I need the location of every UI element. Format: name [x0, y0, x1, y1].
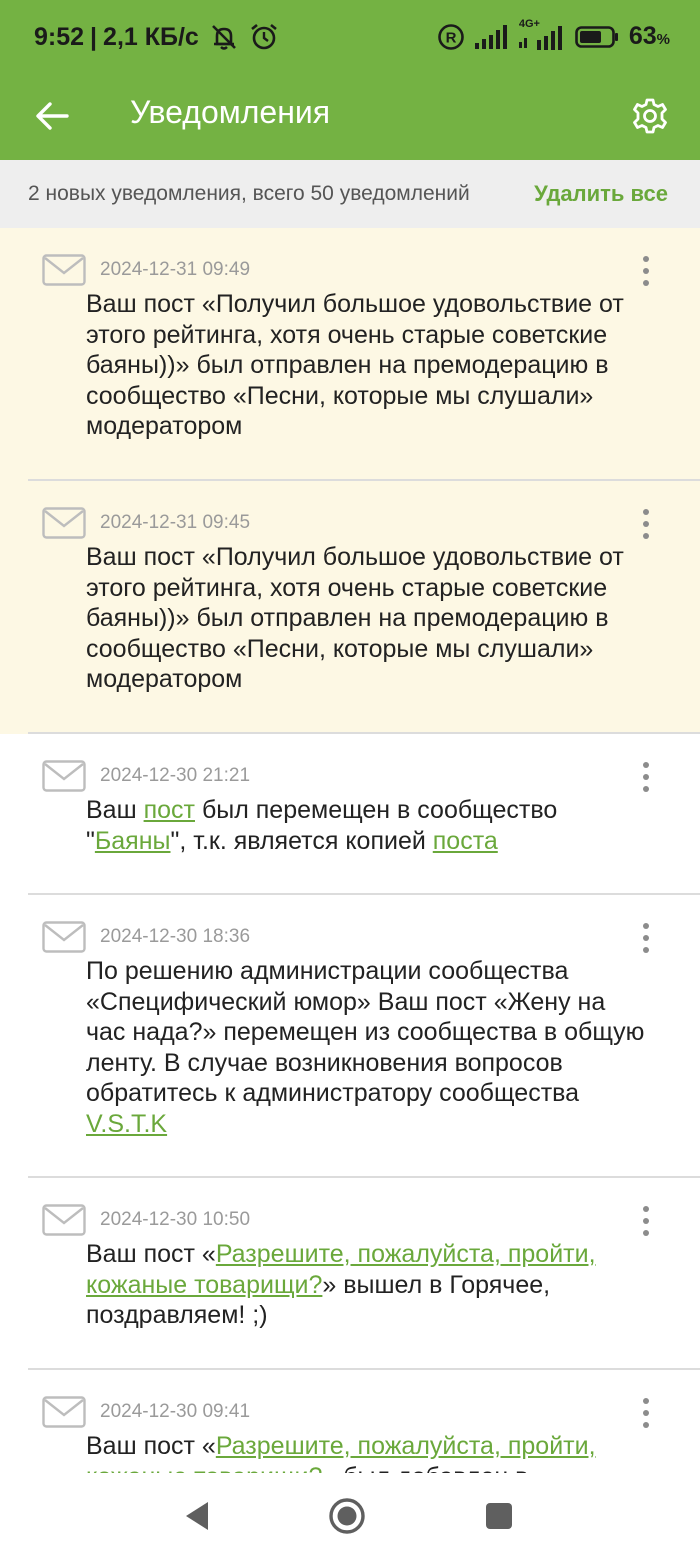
- notification-text: Ваш пост «Получил большое удовольствие о…: [86, 542, 648, 695]
- app-bar: Уведомления: [0, 76, 700, 160]
- nav-home-icon: [329, 1498, 365, 1534]
- page-title: Уведомления: [130, 94, 331, 130]
- notification-item[interactable]: 2024-12-31 09:45 Ваш пост «Получил больш…: [0, 481, 700, 734]
- notification-link[interactable]: Баяны: [95, 827, 171, 855]
- notification-text-part: Ваш пост «: [86, 1240, 216, 1268]
- notification-item[interactable]: 2024-12-30 18:36 По решению администраци…: [0, 895, 700, 1178]
- notification-text: Ваш пост «Разрешите, пожалуйста, пройти,…: [86, 1239, 648, 1331]
- notification-text-part: ", т.к. является копией: [170, 826, 433, 855]
- more-options-icon[interactable]: [636, 1206, 656, 1236]
- back-button[interactable]: [24, 88, 80, 144]
- more-options-icon[interactable]: [636, 509, 656, 539]
- svg-text:R: R: [445, 29, 456, 46]
- status-bar: 9:52 | 2,1 КБ/с R 4G+ 63%: [0, 0, 700, 76]
- more-options-icon[interactable]: [636, 923, 656, 953]
- notification-text: Ваш пост «Получил большое удовольствие о…: [86, 289, 648, 442]
- notification-date: 2024-12-30 18:36: [100, 926, 251, 947]
- mute-bell-icon: [211, 25, 236, 50]
- notification-link[interactable]: V.S.T.K: [86, 1110, 167, 1138]
- gear-icon: [633, 98, 667, 134]
- envelope-icon: [42, 254, 86, 286]
- registered-icon: R: [438, 23, 464, 50]
- notification-text-part: Ваш пост «Получил большое удовольствие о…: [86, 290, 624, 440]
- notification-text-part: По решению администрации сообщества «Спе…: [86, 957, 645, 1107]
- notification-link[interactable]: поста: [433, 827, 498, 855]
- notification-text: Ваш пост «Разрешите, пожалуйста, пройти,…: [86, 1431, 648, 1473]
- notification-date: 2024-12-30 21:21: [100, 765, 251, 786]
- settings-button[interactable]: [622, 88, 678, 144]
- notification-date: 2024-12-31 09:49: [100, 259, 251, 280]
- status-speed: 2,1 КБ/с: [103, 22, 199, 51]
- envelope-icon: [42, 1396, 86, 1428]
- more-options-icon[interactable]: [636, 762, 656, 792]
- status-separator: |: [90, 22, 98, 51]
- notification-item[interactable]: 2024-12-31 09:49 Ваш пост «Получил больш…: [0, 228, 700, 481]
- nav-back-button[interactable]: [172, 1491, 222, 1541]
- envelope-icon: [42, 760, 86, 792]
- envelope-icon: [42, 921, 86, 953]
- back-arrow-icon: [36, 102, 69, 130]
- summary-text: 2 новых уведомления, всего 50 уведомлени…: [28, 182, 470, 205]
- notification-text-part: Ваш пост «Получил большое удовольствие о…: [86, 543, 624, 693]
- notification-link[interactable]: пост: [144, 796, 195, 824]
- more-options-icon[interactable]: [636, 256, 656, 286]
- delete-all-button[interactable]: Удалить все: [534, 181, 668, 207]
- battery-icon: [575, 25, 618, 48]
- nav-recents-button[interactable]: [474, 1491, 524, 1541]
- signal-icon: [474, 24, 507, 49]
- notification-text: Ваш пост был перемещен в сообщество "Бая…: [86, 795, 648, 856]
- notification-summary: 2 новых уведомления, всего 50 уведомлени…: [0, 160, 700, 228]
- system-nav-bar: [0, 1473, 700, 1556]
- envelope-icon: [42, 1204, 86, 1236]
- nav-home-button[interactable]: [322, 1491, 372, 1541]
- notification-date: 2024-12-31 09:45: [100, 512, 251, 533]
- notification-item[interactable]: 2024-12-30 09:41 Ваш пост «Разрешите, по…: [0, 1370, 700, 1473]
- status-time: 9:52: [34, 22, 85, 51]
- notification-item[interactable]: 2024-12-30 10:50 Ваш пост «Разрешите, по…: [0, 1178, 700, 1370]
- notification-item[interactable]: 2024-12-30 21:21 Ваш пост был перемещен …: [0, 734, 700, 895]
- battery-percent: 63%: [628, 22, 670, 50]
- envelope-icon: [42, 507, 86, 539]
- notification-text-part: Ваш: [86, 796, 144, 824]
- notification-date: 2024-12-30 10:50: [100, 1209, 251, 1230]
- notification-text-part: Ваш пост «: [86, 1432, 216, 1460]
- top-bar: 9:52 | 2,1 КБ/с R 4G+ 63% Уведомления: [0, 0, 700, 160]
- notification-text: По решению администрации сообщества «Спе…: [86, 956, 648, 1139]
- notification-date: 2024-12-30 09:41: [100, 1401, 251, 1422]
- signal-4g-icon: 4G+: [518, 18, 565, 50]
- more-options-icon[interactable]: [636, 1398, 656, 1428]
- nav-back-icon: [186, 1502, 208, 1530]
- alarm-icon: [251, 23, 277, 50]
- notification-list[interactable]: 2024-12-31 09:49 Ваш пост «Получил больш…: [0, 228, 700, 1473]
- nav-recents-icon: [486, 1503, 512, 1529]
